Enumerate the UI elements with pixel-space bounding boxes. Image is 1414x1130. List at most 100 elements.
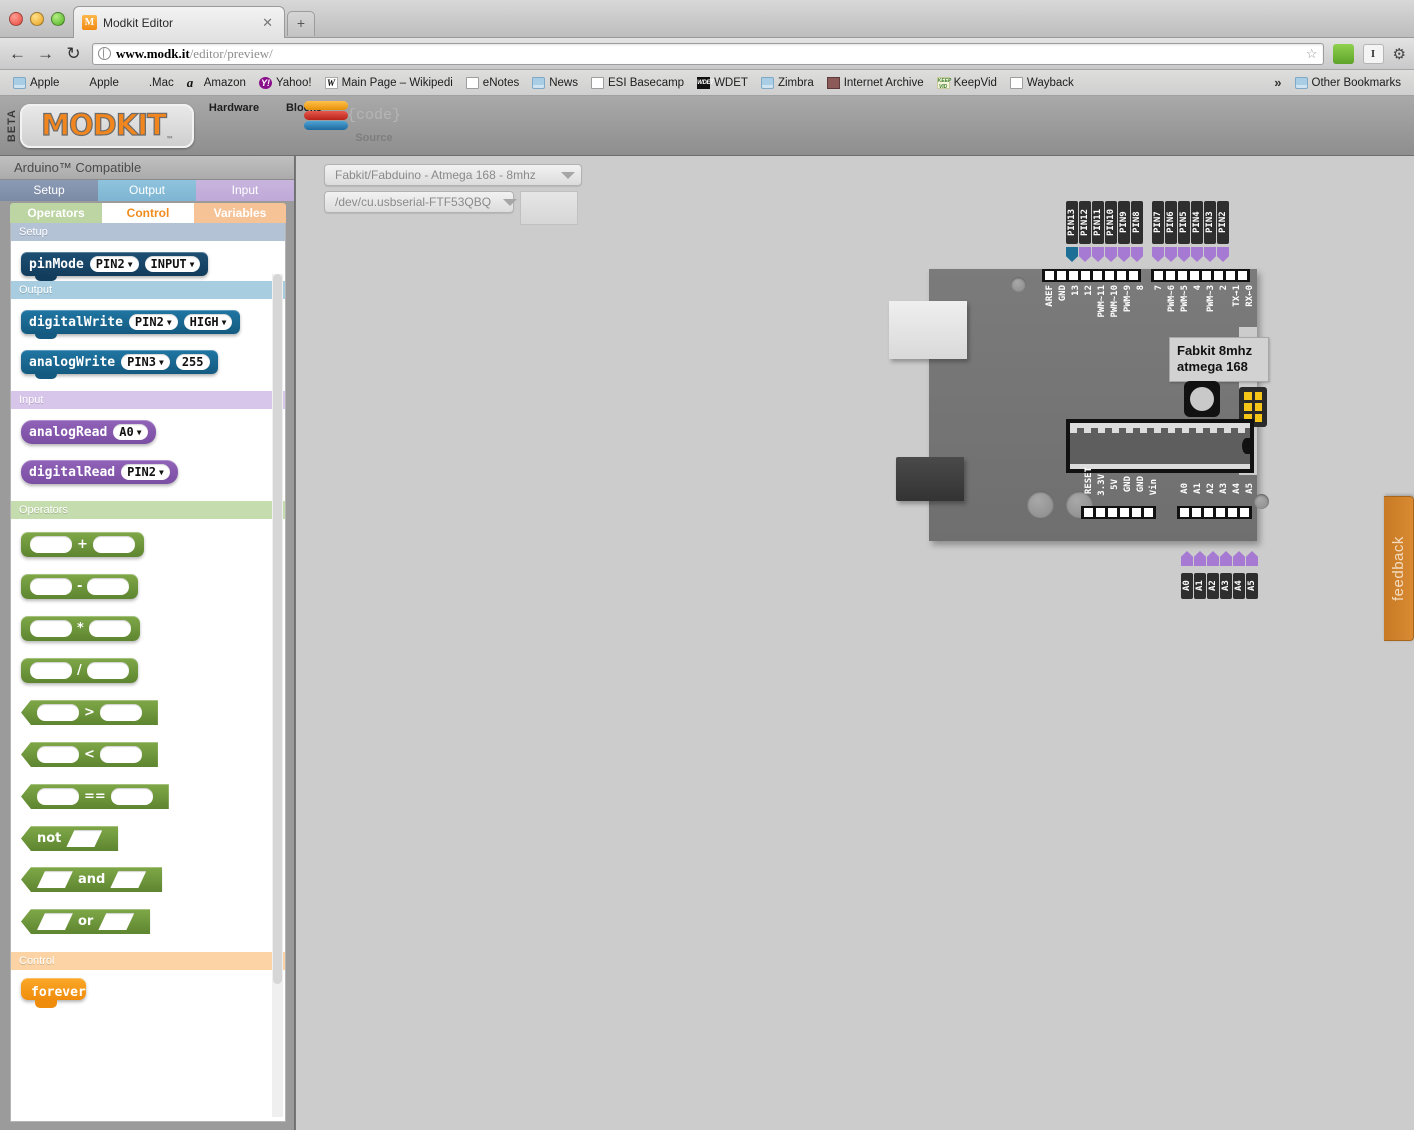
wrench-icon[interactable]: ⚙ xyxy=(1393,45,1406,63)
block-operator-add[interactable]: + xyxy=(21,532,144,557)
pin-label[interactable]: PIN10 xyxy=(1105,201,1117,244)
pin-label[interactable]: A4 xyxy=(1233,573,1245,599)
back-button[interactable]: ← xyxy=(8,45,27,62)
operand-slot[interactable] xyxy=(110,871,146,888)
minimize-window-button[interactable] xyxy=(30,12,44,26)
maximize-window-button[interactable] xyxy=(51,12,65,26)
tab-input[interactable]: Input xyxy=(196,180,294,201)
pin-label[interactable]: PIN7 xyxy=(1152,201,1164,244)
pin-label[interactable]: A0 xyxy=(1181,573,1193,599)
operand-slot[interactable] xyxy=(110,788,153,805)
bookmark-star-icon[interactable]: ☆ xyxy=(1306,46,1318,62)
bookmarks-overflow-icon[interactable]: » xyxy=(1269,75,1286,90)
field-pin[interactable]: A0 ▼ xyxy=(113,424,148,440)
mode-hardware[interactable]: Hardware xyxy=(206,101,262,144)
board-select[interactable]: Fabkit/Fabduino - Atmega 168 - 8mhz xyxy=(324,164,582,186)
block-operator-multiply[interactable]: * xyxy=(21,616,140,641)
pin-label[interactable]: PIN6 xyxy=(1165,201,1177,244)
tab-output[interactable]: Output xyxy=(98,180,196,201)
tab-variables[interactable]: Variables xyxy=(194,203,286,223)
header-top-right[interactable] xyxy=(1151,269,1250,282)
bookmark-item[interactable]: News xyxy=(527,75,583,91)
operand-slot[interactable] xyxy=(66,830,102,847)
mode-source[interactable]: {code} Source xyxy=(346,101,402,144)
address-bar[interactable]: www.modk.it/editor/preview/ ☆ xyxy=(92,42,1324,65)
bookmark-item[interactable]: .Mac xyxy=(127,75,179,91)
mode-blocks[interactable]: Blocks xyxy=(276,101,348,144)
extension-green-icon[interactable] xyxy=(1332,43,1354,64)
bookmark-item[interactable]: eNotes xyxy=(461,75,524,91)
block-digitalwrite[interactable]: digitalWrite PIN2 ▼ HIGH ▼ xyxy=(21,310,241,339)
operand-slot[interactable] xyxy=(88,620,131,637)
bookmark-item[interactable]: Internet Archive xyxy=(822,75,929,91)
block-operator-subtract[interactable]: - xyxy=(21,574,139,599)
pin-connector[interactable] xyxy=(1204,247,1216,262)
pin-connector[interactable] xyxy=(1079,247,1091,262)
operand-slot[interactable] xyxy=(37,871,73,888)
pin-connector[interactable] xyxy=(1105,247,1117,262)
board-diagram[interactable]: PIN13 PIN12 PIN11 PIN10 PIN9 PIN8 PIN7 P… xyxy=(881,201,1281,599)
header-top-left[interactable] xyxy=(1042,269,1141,282)
block-operator-or[interactable]: or xyxy=(21,909,151,934)
pin-label[interactable]: A2 xyxy=(1207,573,1219,599)
operand-slot[interactable] xyxy=(99,704,142,721)
bookmark-item[interactable]: Zimbra xyxy=(756,75,819,91)
feedback-tab[interactable]: feedback xyxy=(1384,496,1414,641)
other-bookmarks-folder[interactable]: Other Bookmarks xyxy=(1290,75,1406,91)
operand-slot[interactable] xyxy=(98,913,134,930)
field-number[interactable]: 255 xyxy=(175,354,210,370)
pin-connector[interactable] xyxy=(1194,551,1206,566)
palette-scroll-area[interactable]: Setup pinMode PIN2 ▼ INPUT ▼ Output digita… xyxy=(10,223,286,1122)
header-bottom-left[interactable] xyxy=(1081,506,1156,519)
forward-button[interactable]: → xyxy=(36,45,55,62)
pin-connector[interactable] xyxy=(1152,247,1164,262)
pin-label[interactable]: PIN3 xyxy=(1204,201,1216,244)
field-pin[interactable]: PIN3 ▼ xyxy=(121,354,170,370)
block-pinmode[interactable]: pinMode PIN2 ▼ INPUT ▼ xyxy=(21,252,209,281)
pin-connector[interactable] xyxy=(1246,551,1258,566)
block-operator-divide[interactable]: / xyxy=(21,658,138,683)
modkit-logo[interactable]: BETA MODKIT™ xyxy=(6,102,194,149)
operand-slot[interactable] xyxy=(30,578,72,595)
pin-connector[interactable] xyxy=(1131,247,1143,262)
block-forever[interactable]: forever xyxy=(21,978,86,1000)
bookmark-item[interactable]: KEEP VID KeepVid xyxy=(932,75,1002,91)
palette-scrollbar[interactable] xyxy=(272,274,283,1117)
block-digitalread[interactable]: digitalRead PIN2 ▼ xyxy=(21,460,178,484)
reset-button-graphic[interactable] xyxy=(1184,381,1220,417)
pcb-body[interactable]: AREF GND 13 12 PWM~11 PWM~10 PWM~9 8 7 P… xyxy=(889,269,1269,541)
field-pin[interactable]: PIN2 ▼ xyxy=(128,314,178,330)
bookmark-item[interactable]: Apple xyxy=(8,75,64,91)
pin-connector[interactable] xyxy=(1092,247,1104,262)
bookmark-item[interactable]: Wayback xyxy=(1005,75,1079,91)
window-controls[interactable] xyxy=(9,12,65,26)
tab-setup[interactable]: Setup xyxy=(0,180,98,201)
pin-connector[interactable] xyxy=(1181,551,1193,566)
port-select[interactable]: /dev/cu.usbserial-FTF53QBQ xyxy=(324,191,518,213)
operand-slot[interactable] xyxy=(86,662,129,679)
bookmark-item[interactable]:  Apple xyxy=(67,75,123,91)
pin-label[interactable]: PIN8 xyxy=(1131,201,1143,244)
pin-connector[interactable] xyxy=(1191,247,1203,262)
pin-connector[interactable] xyxy=(1165,247,1177,262)
operand-slot[interactable] xyxy=(30,620,72,637)
new-tab-button[interactable]: + xyxy=(287,11,315,36)
pin-connector[interactable] xyxy=(1207,551,1219,566)
pin-connector[interactable] xyxy=(1233,551,1245,566)
bookmark-item[interactable]: W Main Page – Wikipedi xyxy=(320,75,458,91)
close-window-button[interactable] xyxy=(9,12,23,26)
tab-control[interactable]: Control xyxy=(102,203,194,223)
hardware-canvas[interactable]: Fabkit/Fabduino - Atmega 168 - 8mhz /dev… xyxy=(295,156,1414,1130)
operand-slot[interactable] xyxy=(99,746,142,763)
pin-label[interactable]: PIN4 xyxy=(1191,201,1203,244)
block-analogwrite[interactable]: analogWrite PIN3 ▼ 255 xyxy=(21,350,218,379)
bookmark-item[interactable]: a Amazon xyxy=(182,75,251,91)
field-mode[interactable]: INPUT ▼ xyxy=(144,256,201,272)
pin-connector[interactable] xyxy=(1220,551,1232,566)
pin-connector[interactable] xyxy=(1066,247,1078,262)
tab-operators[interactable]: Operators xyxy=(10,203,102,223)
bookmark-item[interactable]: ESI Basecamp xyxy=(586,75,689,91)
pin-label[interactable]: PIN2 xyxy=(1217,201,1229,244)
browser-tab[interactable]: M Modkit Editor ✕ xyxy=(73,6,285,38)
block-operator-not[interactable]: not xyxy=(21,826,119,851)
